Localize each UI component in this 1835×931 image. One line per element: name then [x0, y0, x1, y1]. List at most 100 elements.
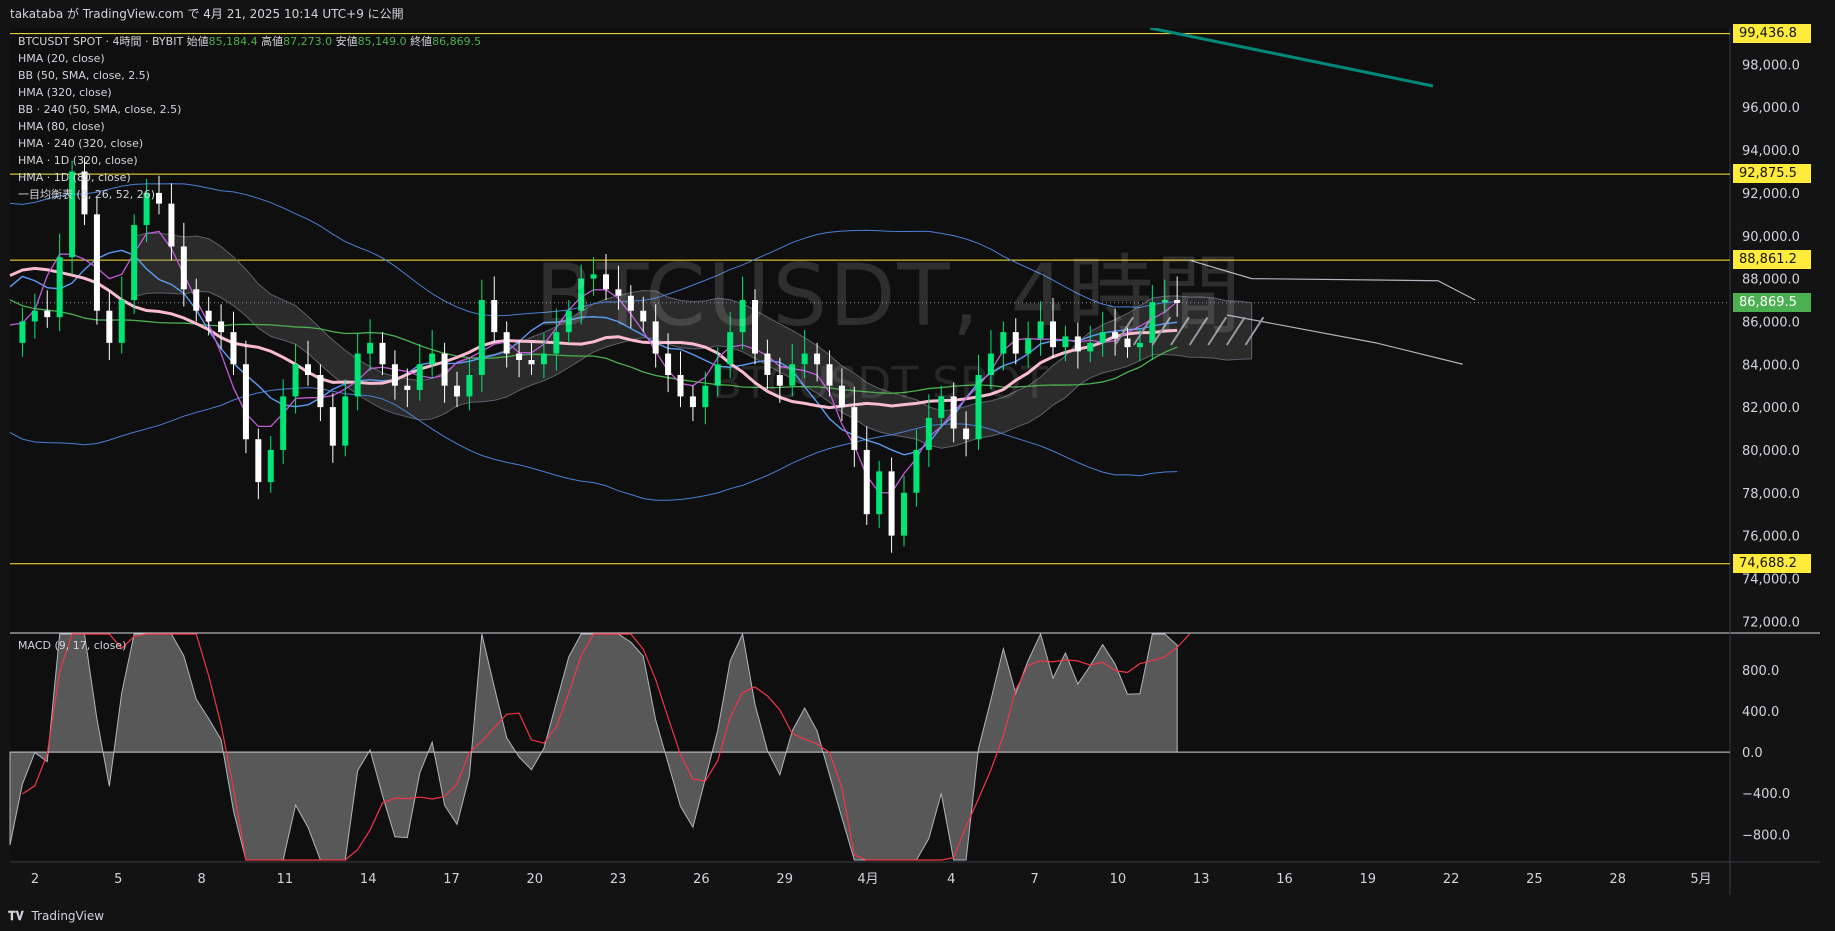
price-axis-tick: 96,000.0 — [1742, 101, 1800, 116]
price-axis-tick: 76,000.0 — [1742, 530, 1800, 545]
candle-body — [925, 417, 932, 450]
candle-body — [503, 332, 510, 354]
time-axis-tick: 29 — [776, 872, 793, 887]
candle-body — [404, 385, 411, 390]
time-axis-tick: 5月 — [1690, 872, 1711, 887]
candle-body — [292, 364, 299, 397]
macd-legend[interactable]: MACD (9, 17, close) — [18, 639, 126, 652]
macd-axis-tick: −400.0 — [1742, 787, 1790, 802]
candle-body — [168, 203, 175, 247]
candle-body — [379, 342, 386, 365]
low-value: 85,149.0 — [357, 35, 407, 48]
candle-body — [516, 353, 523, 360]
candle-body — [230, 332, 237, 365]
time-axis-tick: 19 — [1360, 872, 1377, 887]
brand-name[interactable]: TradingView — [32, 909, 105, 923]
candle-body — [540, 353, 547, 365]
candle-body — [19, 321, 26, 343]
time-axis-tick: 4 — [947, 872, 955, 887]
indicator-item[interactable]: HMA (20, close) — [18, 50, 481, 67]
price-axis-tick: 86,000.0 — [1742, 315, 1800, 330]
publish-line: takataba が TradingView.com で 4月 21, 2025… — [10, 7, 404, 21]
time-axis-tick: 25 — [1526, 872, 1543, 887]
macd-axis-tick: 0.0 — [1742, 746, 1763, 761]
candle-body — [93, 214, 100, 311]
time-axis-tick: 13 — [1193, 872, 1210, 887]
candle-body — [888, 471, 895, 536]
open-value: 85,184.4 — [208, 35, 258, 48]
candle-body — [56, 257, 63, 318]
indicator-item[interactable]: BB (50, SMA, close, 2.5) — [18, 67, 481, 84]
candle-body — [329, 407, 336, 446]
candle-body — [305, 364, 311, 375]
time-axis-tick: 22 — [1443, 872, 1460, 887]
candle-body — [267, 449, 274, 483]
candle-body — [342, 396, 349, 446]
candle-body — [491, 300, 498, 333]
time-axis-tick: 16 — [1276, 872, 1293, 887]
candle-body — [863, 449, 870, 515]
publish-header: takataba が TradingView.com で 4月 21, 2025… — [0, 0, 1835, 28]
candle-body — [205, 310, 212, 322]
candle-body — [876, 471, 883, 515]
candle-body — [416, 364, 423, 390]
price-axis-tick: 88,000.0 — [1742, 273, 1800, 288]
price-axis-tick: 92,000.0 — [1742, 187, 1800, 202]
candle-body — [193, 289, 200, 311]
low-label: 安値 — [335, 35, 358, 48]
candle-body — [242, 364, 249, 440]
indicator-item[interactable]: HMA · 1D (80, close) — [18, 169, 481, 186]
indicator-item[interactable]: BB · 240 (50, SMA, close, 2.5) — [18, 101, 481, 118]
candle-body — [665, 353, 672, 375]
close-value: 86,869.5 — [432, 35, 482, 48]
candle-body — [702, 385, 709, 408]
candle-body — [391, 364, 398, 386]
price-axis-tick: 82,000.0 — [1742, 401, 1800, 416]
candle-body — [367, 342, 374, 354]
candle-body — [689, 396, 696, 408]
indicator-item[interactable]: HMA · 240 (320, close) — [18, 135, 481, 152]
candle-body — [354, 353, 361, 397]
symbol-name[interactable]: BTCUSDT SPOT · 4時間 · BYBIT — [18, 35, 183, 48]
time-axis-tick: 7 — [1030, 872, 1038, 887]
candle-body — [901, 492, 907, 536]
indicator-item[interactable]: HMA (320, close) — [18, 84, 481, 101]
candle-body — [677, 374, 684, 397]
price-tag: 74,688.2 — [1733, 553, 1811, 573]
price-axis-tick: 78,000.0 — [1742, 487, 1800, 502]
time-axis-tick: 20 — [527, 872, 544, 887]
macd-axis-tick: 400.0 — [1742, 705, 1779, 720]
price-axis-tick: 74,000.0 — [1742, 572, 1800, 587]
high-label: 高値 — [261, 35, 284, 48]
symbol-ohlc-line[interactable]: BTCUSDT SPOT · 4時間 · BYBIT 始値85,184.4 高値… — [18, 33, 481, 50]
time-axis-tick: 17 — [443, 872, 460, 887]
time-axis-tick: 26 — [693, 872, 710, 887]
open-label: 始値 — [186, 35, 209, 48]
indicator-legend: BTCUSDT SPOT · 4時間 · BYBIT 始値85,184.4 高値… — [18, 33, 481, 203]
time-axis-tick: 5 — [114, 872, 122, 887]
time-axis-tick: 23 — [610, 872, 627, 887]
time-axis-tick: 14 — [360, 872, 377, 887]
price-axis-tick: 80,000.0 — [1742, 444, 1800, 459]
price-axis-tick: 94,000.0 — [1742, 144, 1800, 159]
indicator-item[interactable]: 一目均衡表 (9, 26, 52, 26) — [18, 186, 481, 203]
candle-body — [441, 353, 448, 386]
macd-axis-tick: −800.0 — [1742, 828, 1790, 843]
candle-body — [118, 300, 125, 343]
time-axis-tick: 10 — [1110, 872, 1127, 887]
indicator-item[interactable]: HMA · 1D (320, close) — [18, 152, 481, 169]
candle-body — [131, 225, 138, 301]
price-tag: 88,861.2 — [1733, 250, 1811, 270]
high-value: 87,273.0 — [283, 35, 333, 48]
time-axis-tick: 8 — [197, 872, 205, 887]
tradingview-logo-icon[interactable]: 𝐓𝐕 — [8, 902, 24, 931]
price-axis-tick: 72,000.0 — [1742, 615, 1800, 630]
candle-body — [31, 310, 38, 322]
candle-body — [255, 439, 262, 483]
indicator-item[interactable]: HMA (80, close) — [18, 118, 481, 135]
price-axis-tick: 98,000.0 — [1742, 58, 1800, 73]
candle-body — [429, 353, 436, 365]
time-axis-tick: 4月 — [857, 872, 878, 887]
price-tag: 86,869.5 — [1733, 292, 1811, 312]
footer: 𝐓𝐕 TradingView — [0, 902, 1835, 931]
